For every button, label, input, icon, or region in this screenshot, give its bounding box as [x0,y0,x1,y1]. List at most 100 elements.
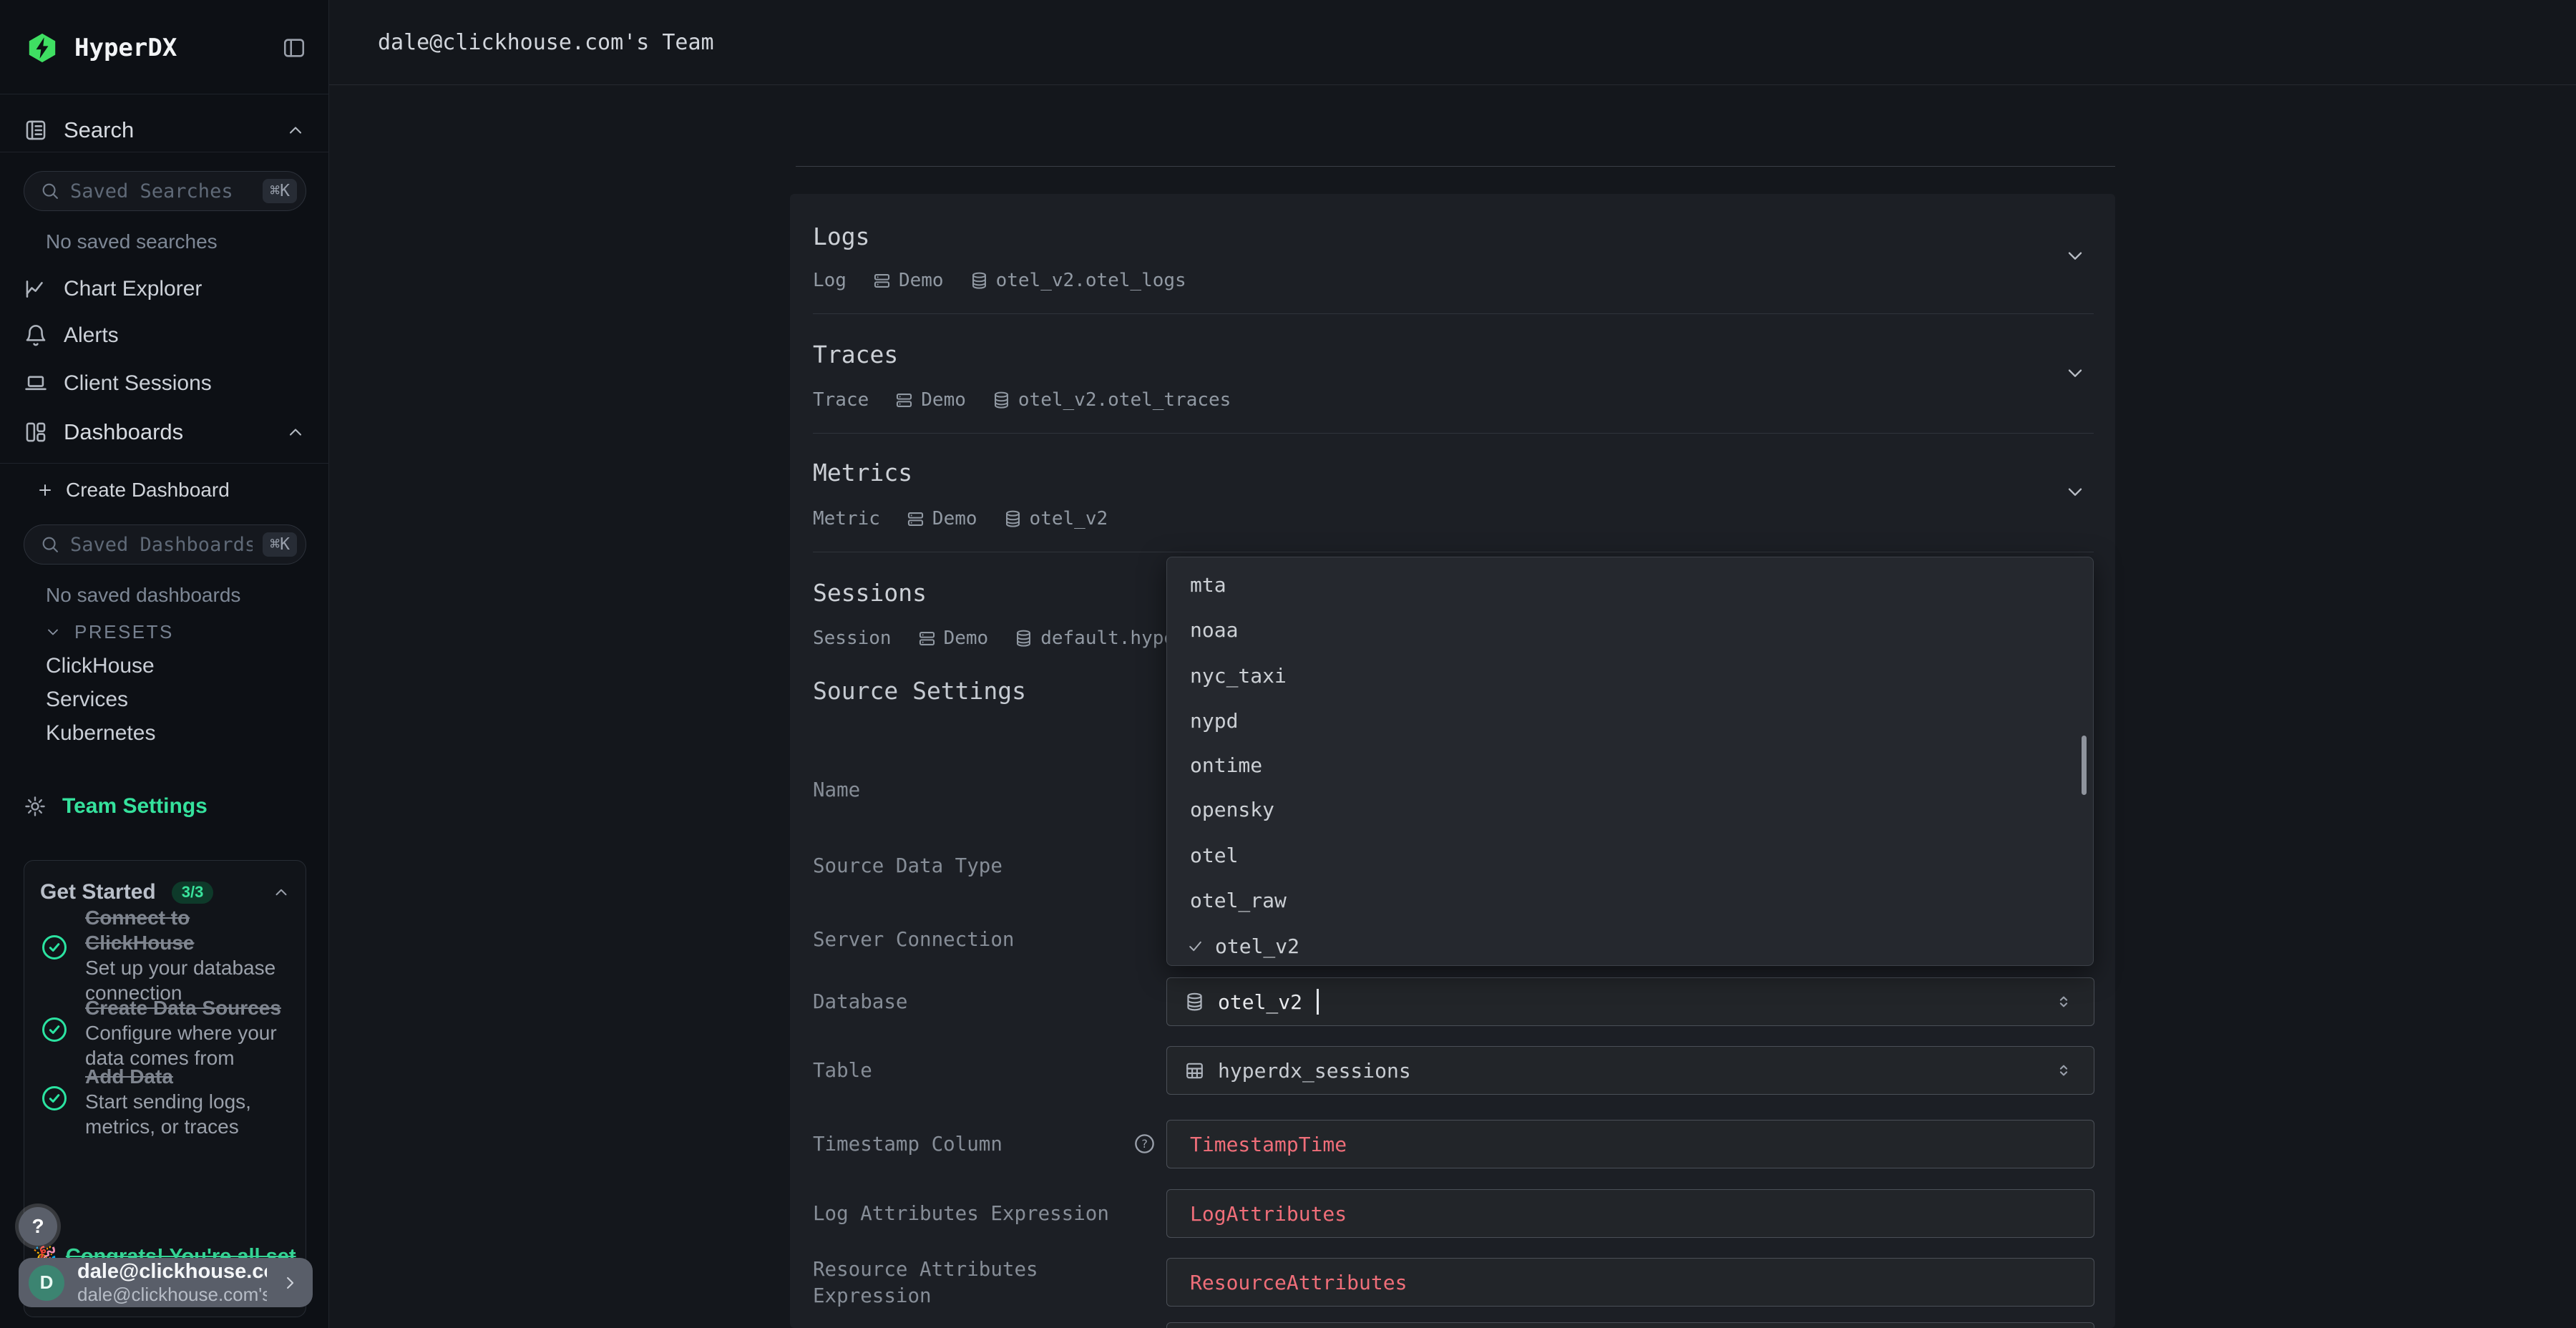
hyperdx-logo-icon [26,31,59,64]
next-field-partial[interactable] [1166,1322,2094,1328]
get-started-item[interactable]: Add Data Start sending logs, metrics, or… [85,1064,300,1139]
select-stepper-icon[interactable] [2054,1058,2074,1083]
source-card-meta: Metric Demo otel_v2 [813,508,1108,529]
dropdown-option-otel-v2-selected[interactable]: otel_v2 [1186,934,1299,958]
user-menu[interactable]: D dale@clickhouse.com dale@clickhouse.co… [19,1258,313,1307]
search-section-label: Search [64,117,134,143]
log-attributes-input[interactable]: LogAttributes [1166,1189,2094,1238]
user-team: dale@clickhouse.com's [77,1284,267,1306]
dropdown-option-nyc-taxi[interactable]: nyc_taxi [1190,664,1287,688]
get-started-item[interactable]: Create Data Sources Configure where your… [85,995,300,1070]
log-attributes-value: LogAttributes [1184,1202,1347,1226]
topbar: dale@clickhouse.com's Team [329,0,2576,85]
preset-services[interactable]: Services [46,688,128,712]
dropdown-option-nypd[interactable]: nypd [1190,709,1238,733]
label-resource-attributes: Resource Attributes Expression [813,1256,1128,1309]
sidebar-section-search[interactable]: Search [24,109,306,151]
resource-attributes-value: ResourceAttributes [1184,1271,1407,1294]
source-table: default.hyperdx_s [1040,628,1166,649]
team-settings-label: Team Settings [62,794,208,819]
saved-dashboards-search[interactable]: ⌘K [24,524,306,565]
table-select[interactable]: hyperdx_sessions [1166,1046,2094,1095]
database-icon [970,271,989,290]
text-cursor [1317,989,1319,1015]
source-settings-heading: Source Settings [813,677,1026,705]
sidebar: HyperDX Search ⌘K No saved searches Char… [0,0,329,1328]
timestamp-column-value: TimestampTime [1184,1133,1347,1156]
check-circle-icon [40,933,69,962]
source-card-meta: Session Demo default.hyperdx_s [813,628,1166,649]
source-table: otel_v2 [1030,508,1108,529]
resource-attributes-input[interactable]: ResourceAttributes [1166,1258,2094,1307]
source-kind: Session [813,628,892,649]
sidebar-item-team-settings[interactable]: Team Settings [24,786,306,826]
server-stack-icon [872,271,892,290]
search-icon [40,181,60,201]
dropdown-option-mta[interactable]: mta [1190,573,1226,597]
dropdown-option-otel[interactable]: otel [1190,844,1238,867]
dropdown-option-otel-raw[interactable]: otel_raw [1190,889,1287,912]
get-started-item[interactable]: Connect to ClickHouse Set up your databa… [85,905,300,1005]
select-stepper-icon[interactable] [2054,990,2074,1014]
create-dashboard-label: Create Dashboard [66,479,230,502]
presets-toggle[interactable]: PRESETS [44,614,259,650]
database-icon [1184,992,1205,1012]
label-log-attributes: Log Attributes Expression [813,1201,1128,1227]
create-dashboard-button[interactable]: Create Dashboard [36,471,293,509]
label-server-connection: Server Connection [813,927,1128,953]
check-circle-icon [40,1084,69,1113]
dropdown-option-ontime[interactable]: ontime [1190,753,1262,777]
sidebar-item-alerts[interactable]: Alerts [24,316,306,356]
dropdown-option-label: otel_v2 [1215,934,1299,958]
chevron-down-icon[interactable] [2064,480,2087,503]
label-name: Name [813,777,1128,804]
label-database: Database [813,989,1128,1015]
label-table: Table [813,1058,1128,1084]
chevron-up-icon[interactable] [272,883,291,902]
sidebar-section-dashboards[interactable]: Dashboards [24,412,306,452]
saved-dashboards-input[interactable] [70,534,253,556]
source-table: otel_v2.otel_logs [996,270,1186,291]
database-value: otel_v2 [1218,990,1302,1014]
saved-searches-search[interactable]: ⌘K [24,171,306,211]
chevron-down-icon[interactable] [2064,244,2087,267]
preset-kubernetes[interactable]: Kubernetes [46,721,155,746]
get-started-header[interactable]: Get Started 3/3 [40,877,291,908]
svg-text:?: ? [1141,1137,1148,1151]
sidebar-item-chart-explorer[interactable]: Chart Explorer [24,269,306,309]
presets-label: PRESETS [74,621,174,643]
preset-clickhouse[interactable]: ClickHouse [46,654,155,678]
dashboards-icon [24,420,48,444]
dropdown-scrollbar[interactable] [2082,736,2087,795]
table-icon [1184,1060,1205,1081]
dropdown-option-noaa[interactable]: noaa [1190,618,1238,642]
label-timestamp-column: Timestamp Column [813,1131,1128,1158]
chevron-down-icon[interactable] [2064,361,2087,384]
help-circle-icon[interactable]: ? [1133,1133,1156,1155]
plus-icon [36,481,54,499]
avatar-initial: D [40,1271,54,1294]
help-button[interactable]: ? [19,1207,57,1246]
sidebar-item-label: Client Sessions [64,371,212,396]
source-card-title-traces: Traces [813,341,898,368]
chart-explorer-icon [24,277,48,301]
user-email: dale@clickhouse.com [77,1260,267,1284]
database-select[interactable]: otel_v2 [1166,977,2094,1026]
sidebar-item-client-sessions[interactable]: Client Sessions [24,363,306,404]
check-icon [1186,937,1205,956]
get-started-title: Get Started [40,880,156,904]
timestamp-column-input[interactable]: TimestampTime [1166,1120,2094,1168]
page-title: dale@clickhouse.com's Team [378,0,714,85]
chevron-right-icon [280,1273,300,1293]
chevron-up-icon[interactable] [286,422,306,442]
dropdown-option-opensky[interactable]: opensky [1190,798,1274,821]
sidebar-collapse-icon[interactable] [282,36,306,60]
avatar: D [29,1265,64,1301]
chevron-up-icon[interactable] [286,120,306,140]
sidebar-item-label: Chart Explorer [64,277,202,301]
source-integration: Demo [944,628,989,649]
saved-searches-input[interactable] [70,180,253,202]
source-integration: Demo [932,508,977,529]
divider [0,463,329,464]
dashboards-section-label: Dashboards [64,419,183,445]
